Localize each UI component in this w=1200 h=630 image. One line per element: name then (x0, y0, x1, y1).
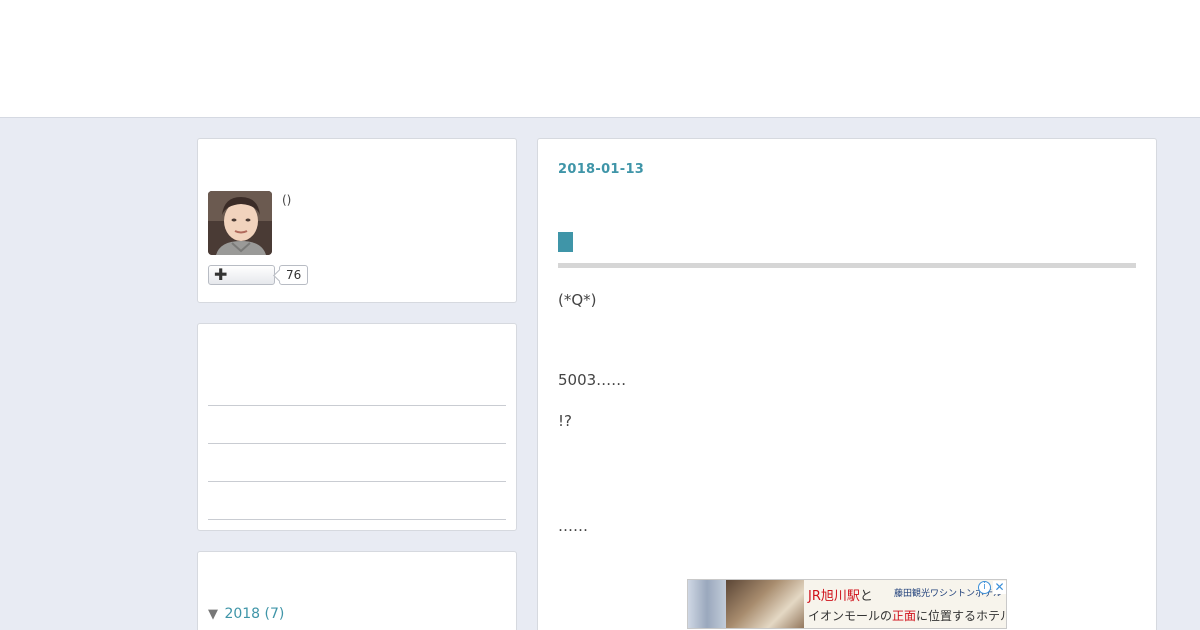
hotel-building-image (688, 580, 726, 628)
article-card: 2018-01-13 (*Q*) 5003…… !? …… JR旭川駅と 藤田観… (537, 138, 1157, 630)
menu-divider (208, 481, 506, 482)
avatar-portrait (208, 191, 272, 255)
title-underline (558, 263, 1136, 268)
ad-headline-suffix: と (859, 589, 873, 604)
site-header (0, 0, 1200, 118)
ad-info-icon[interactable]: i (978, 581, 991, 594)
hotel-ad-banner[interactable]: JR旭川駅と 藤田観光ワシントンホテル イオンモールの正面に位置するホテルです。… (687, 579, 1007, 629)
ad-subline-highlight: 正面 (892, 609, 917, 623)
archive-year-2018[interactable]: ▼ 2018 (7) (208, 606, 284, 622)
menu-divider (208, 443, 506, 444)
ad-subline-prefix: イオンモールの (808, 609, 893, 623)
article-paragraph: (*Q*) (558, 291, 597, 309)
hotel-room-image (726, 580, 804, 628)
title-marker (558, 232, 573, 252)
follow-button[interactable]: ✚ (208, 265, 275, 285)
ad-subline: イオンモールの正面に位置するホテルです。 (808, 607, 1006, 624)
profile-card: () ✚ 76 (197, 138, 517, 303)
ad-subline-suffix: に位置するホテルです。 (916, 609, 1006, 623)
plus-icon: ✚ (214, 265, 228, 284)
triangle-down-icon: ▼ (208, 607, 218, 622)
ad-headline: JR旭川駅と (808, 585, 873, 604)
profile-name[interactable]: () (282, 193, 291, 207)
archive-card: ▼ 2018 (7) (197, 551, 517, 630)
article-date[interactable]: 2018-01-13 (558, 162, 644, 177)
article-paragraph: !? (558, 412, 572, 430)
ad-close-icon[interactable]: ✕ (993, 581, 1006, 594)
avatar[interactable] (208, 191, 272, 255)
ad-headline-highlight: JR旭川駅 (808, 589, 860, 604)
sidebar-menu-card (197, 323, 517, 531)
article-paragraph: …… (558, 517, 588, 535)
menu-divider (208, 405, 506, 406)
menu-divider (208, 519, 506, 520)
follower-count: 76 (279, 265, 309, 285)
article-paragraph: 5003…… (558, 371, 627, 389)
archive-year-label: 2018 (7) (224, 606, 285, 622)
